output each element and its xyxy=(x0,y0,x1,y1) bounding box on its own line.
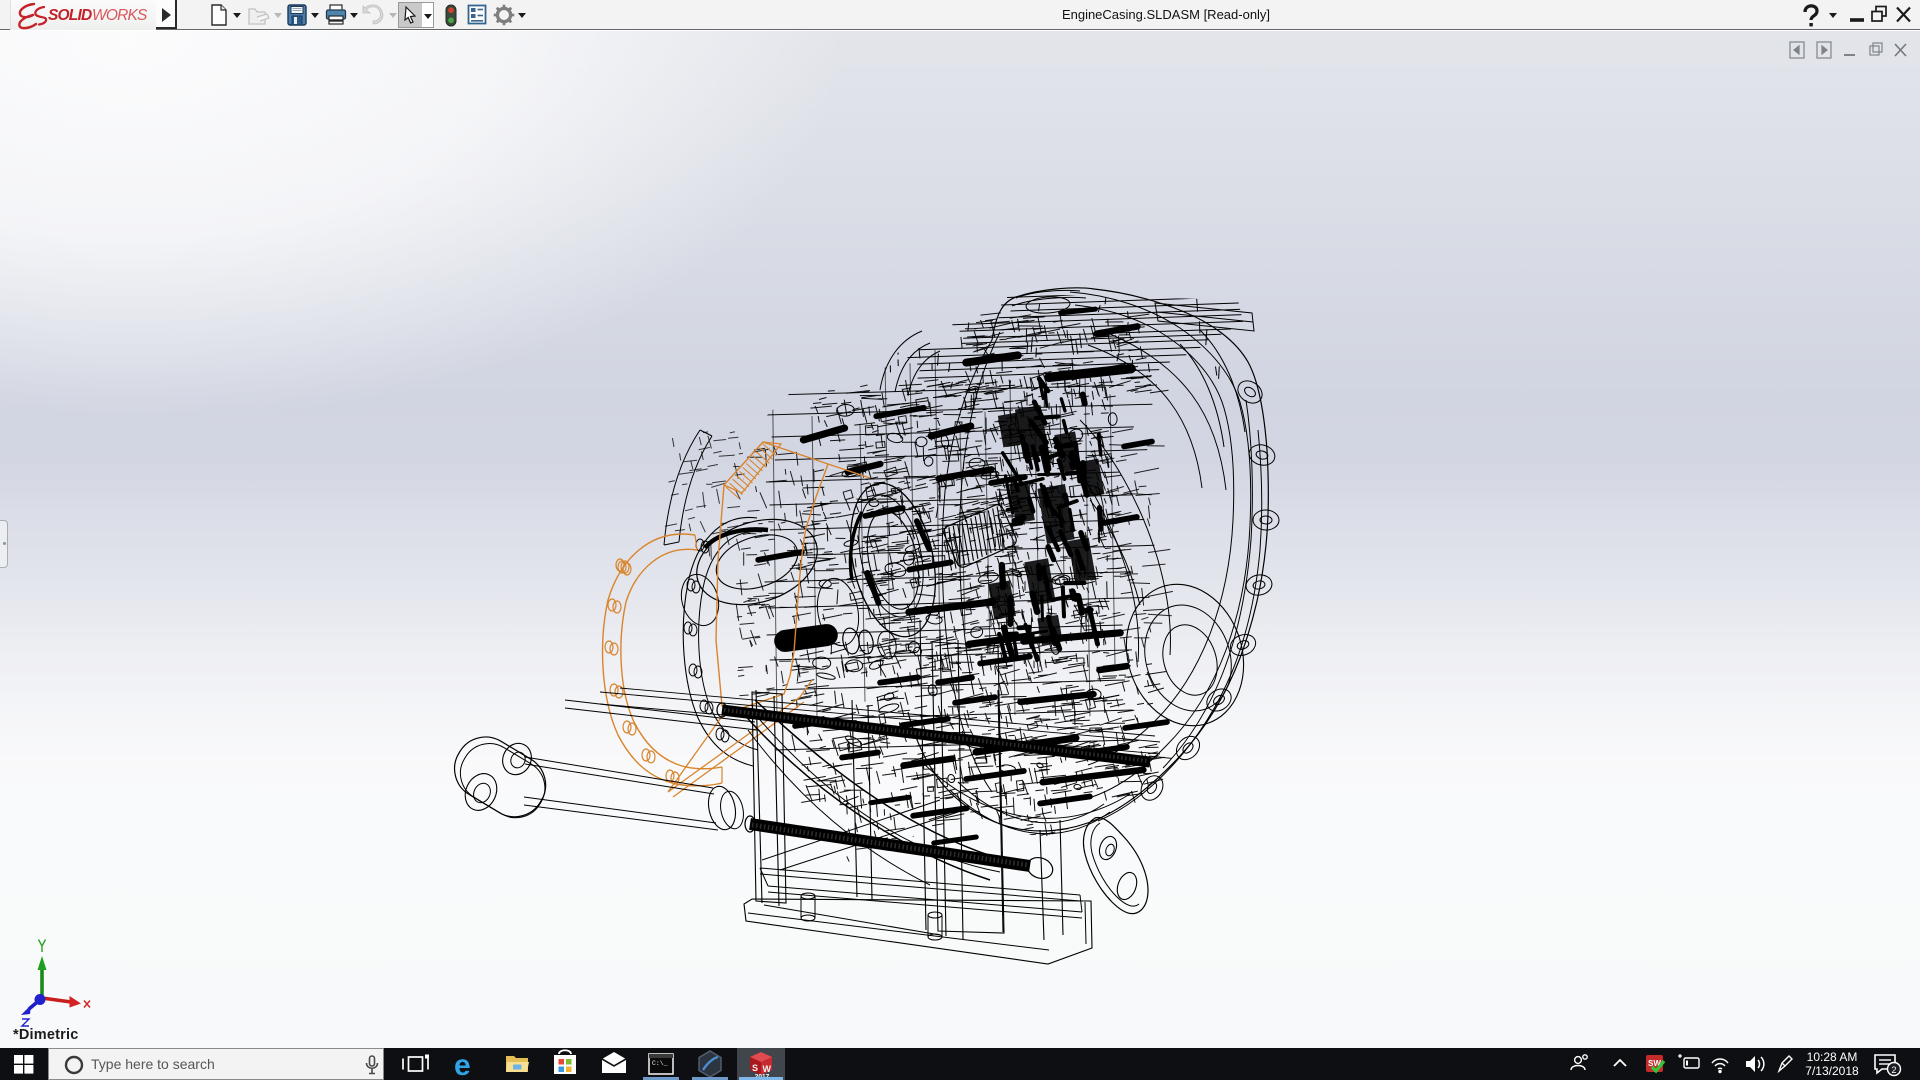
svg-text:S: S xyxy=(752,1063,758,1073)
svg-text:2: 2 xyxy=(1892,1065,1897,1075)
svg-text:e: e xyxy=(454,1049,471,1080)
svg-text:SOLID: SOLID xyxy=(48,7,92,24)
svg-text:WORKS: WORKS xyxy=(92,7,148,24)
svg-text:C:\_: C:\_ xyxy=(652,1060,668,1067)
svg-text:W: W xyxy=(763,1064,772,1074)
